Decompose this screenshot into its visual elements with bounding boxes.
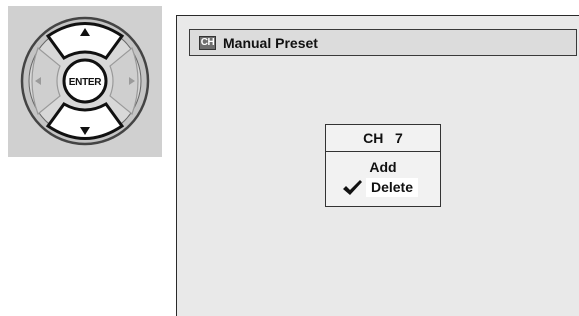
remote-dpad-panel: ENTER: [8, 6, 162, 157]
enter-button[interactable]: ENTER: [62, 58, 108, 104]
channel-icon: CH: [199, 35, 216, 50]
enter-label: ENTER: [69, 77, 102, 88]
up-arrow-button[interactable]: [45, 22, 125, 60]
tv-screen: CH Manual Preset CH 7 Add Delete: [176, 15, 579, 316]
title-bar: CH Manual Preset: [189, 29, 577, 56]
dpad-graphic: ENTER: [20, 16, 150, 146]
checkmark-icon: [343, 180, 362, 195]
menu-item-delete[interactable]: Delete: [366, 178, 418, 197]
channel-menu: CH 7 Add Delete: [325, 124, 441, 207]
menu-header-channel: CH 7: [326, 125, 440, 152]
down-arrow-button[interactable]: [45, 102, 125, 140]
menu-item-add[interactable]: Add: [326, 158, 440, 176]
page-title: Manual Preset: [223, 34, 318, 51]
